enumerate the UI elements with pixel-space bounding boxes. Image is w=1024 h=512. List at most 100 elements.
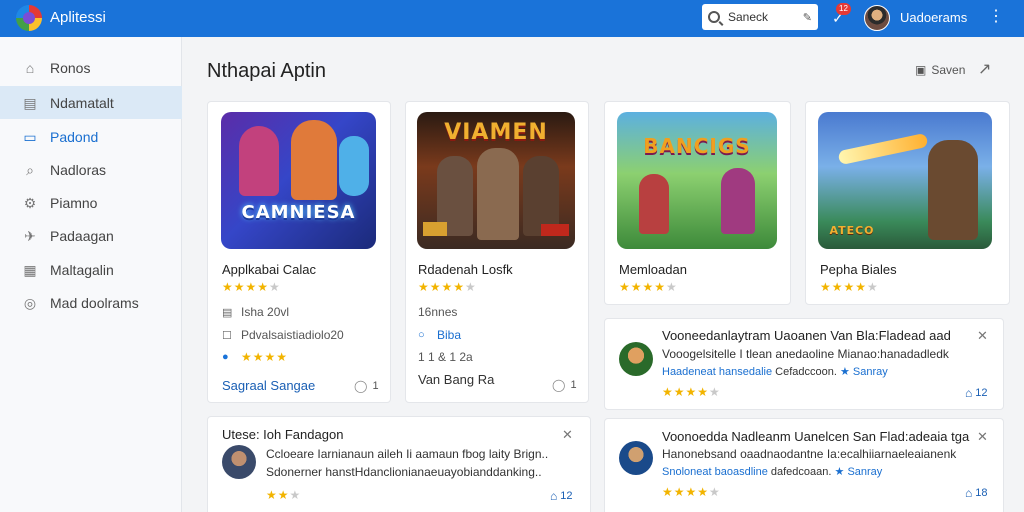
rating-stars: ★★★★★ xyxy=(820,280,879,294)
laser-beam xyxy=(837,132,929,166)
search-icon xyxy=(708,11,720,23)
sidebar-item-label: Maltagalin xyxy=(50,261,114,278)
review-tag[interactable]: Sanray xyxy=(853,366,888,378)
comment-count[interactable]: ◯ 1 xyxy=(354,379,379,393)
app-logo[interactable] xyxy=(16,5,42,31)
developer-link[interactable]: Sagraal Sangae xyxy=(222,378,315,393)
search-input[interactable]: Saneck ✎ xyxy=(702,4,818,30)
sidebar-item-maltagalin[interactable]: ▦ Maltagalin xyxy=(0,253,182,286)
search-placeholder: Saneck xyxy=(728,10,769,24)
meta-row: ● ★★★★ xyxy=(222,350,288,364)
review-tags: Haadeneat hansedalie Cefadccoon. ★ Sanra… xyxy=(662,365,888,378)
top-bar: Aplitessi Saneck ✎ ✓ 12 Uadoerams ⋮ xyxy=(0,0,1024,37)
app-title: Aplitessi xyxy=(50,9,106,26)
game-art[interactable]: VIAMEN xyxy=(417,112,575,249)
sidebar-item-mad-doolrams[interactable]: ◎ Mad doolrams xyxy=(0,286,182,319)
game-title[interactable]: Pepha Biales xyxy=(820,262,897,277)
pin-icon: ✈ xyxy=(24,227,36,244)
review-card[interactable]: Voonoedda Nadleanm Uanelcen San Flad:ade… xyxy=(604,418,1004,512)
comment-count-value: 12 xyxy=(560,490,573,502)
game-card[interactable]: CAMNIESA Applkabai Calac ★★★★★ ▤ Isha 20… xyxy=(207,101,391,403)
close-icon[interactable]: ✕ xyxy=(977,429,988,445)
sidebar-item-padaagan[interactable]: ✈ Padaagan xyxy=(0,219,182,252)
home-icon: ⌂ xyxy=(965,386,973,400)
star-icon: ★ xyxy=(839,366,850,378)
review-body: Sdonerner hanstHdanclionianaeuayobiandda… xyxy=(266,465,542,479)
comment-count-value: 18 xyxy=(975,487,988,499)
game-card[interactable]: BANCIGS Memloadan ★★★★★ xyxy=(604,101,791,305)
review-card[interactable]: Vooneedanlaytram Uaoanen Van Bla:Fladead… xyxy=(604,318,1004,410)
review-tag: dafedcoaan. xyxy=(770,466,832,478)
rating-stars: ★★★★★ xyxy=(662,385,721,399)
sidebar-item-ronos[interactable]: ⌂ Ronos xyxy=(0,51,182,84)
notifications-button[interactable]: ✓ 12 xyxy=(826,3,851,30)
review-tag: Cefadccoon. xyxy=(775,366,837,378)
character-figure xyxy=(339,136,369,196)
close-icon[interactable]: ✕ xyxy=(562,427,573,443)
review-tags: Snoloneat baoasdline dafedcoaan. ★ Sanra… xyxy=(662,465,882,478)
comment-count[interactable]: ⌂ 12 xyxy=(965,386,988,400)
sidebar-item-label: Padaagan xyxy=(50,227,114,244)
character-figure xyxy=(291,120,337,200)
rating-stars: ★★★ xyxy=(266,488,302,502)
info-icon: ○ xyxy=(418,329,425,341)
review-body: Ccloeare Iarnianaun aileh Ii aamaun fbog… xyxy=(266,447,549,461)
meta-text: 1 1 & 1 2a xyxy=(418,350,473,364)
game-art[interactable]: BANCIGS xyxy=(617,112,777,249)
review-tag[interactable]: Sanray xyxy=(847,466,882,478)
meta-text: Pdvalsaistiadiolo20 xyxy=(241,328,344,342)
comment-count[interactable]: ⌂ 12 xyxy=(550,489,573,503)
calendar-icon: ▤ xyxy=(222,306,233,319)
sidebar-item-label: Piamno xyxy=(50,194,98,211)
username[interactable]: Uadoerams xyxy=(900,10,967,25)
sidebar-item-nadloras[interactable]: ⌕ Nadloras xyxy=(0,153,182,186)
comment-count-value: 1 xyxy=(372,380,379,392)
badge-icon xyxy=(541,224,569,236)
review-title: Utese: Ioh Fandagon xyxy=(222,427,344,442)
home-icon: ⌂ xyxy=(965,486,973,500)
save-label: Saven xyxy=(931,63,966,77)
sidebar-item-label: Ronos xyxy=(50,59,91,76)
voice-search-icon[interactable]: ✎ xyxy=(803,11,812,24)
close-icon[interactable]: ✕ xyxy=(977,328,988,344)
star-icon: ★ xyxy=(834,466,845,478)
share-icon[interactable]: ↗ xyxy=(978,59,991,79)
game-card[interactable]: VIAMEN Rdadenah Losfk ★★★★★ 16nnes ○ Bib… xyxy=(405,101,589,403)
rating-stars: ★★★★★ xyxy=(418,280,477,294)
game-art[interactable]: CAMNIESA xyxy=(221,112,376,249)
save-button[interactable]: ▣ Saven xyxy=(915,63,965,77)
meta-row: ☐ Pdvalsaistiadiolo20 xyxy=(222,328,344,342)
review-tag[interactable]: Haadeneat hansedalie xyxy=(662,366,772,378)
comment-count[interactable]: ◯ 1 xyxy=(552,378,577,392)
comment-count[interactable]: ⌂ 18 xyxy=(965,486,988,500)
rating-stars: ★★★★★ xyxy=(662,485,721,499)
reviewer-avatar[interactable] xyxy=(619,342,653,376)
game-card[interactable]: ATECO Pepha Biales ★★★★★ xyxy=(805,101,1010,305)
review-title: Vooneedanlaytram Uaoanen Van Bla:Fladead… xyxy=(662,328,951,343)
review-body: Hanonebsand oaadnaodantne Ia:ecalhiiarna… xyxy=(662,447,957,461)
game-title[interactable]: Applkabai Calac xyxy=(222,262,316,277)
user-avatar[interactable] xyxy=(864,5,890,31)
home-icon: ⌂ xyxy=(550,489,558,503)
rating-stars: ★★★★★ xyxy=(619,280,678,294)
review-card[interactable]: Utese: Ioh Fandagon ✕ Ccloeare Iarnianau… xyxy=(207,416,591,512)
sidebar-item-piamno[interactable]: ⚙ Piamno xyxy=(0,186,182,219)
game-art[interactable]: ATECO xyxy=(818,112,992,249)
review-body: Vooogelsitelle I tlean anedaoline Mianao… xyxy=(662,347,949,361)
reviewer-avatar[interactable] xyxy=(222,445,256,479)
verified-icon: ● xyxy=(222,351,229,363)
game-logo: ATECO xyxy=(829,224,875,237)
badge-icon xyxy=(423,222,447,236)
more-menu-icon[interactable]: ⋮ xyxy=(988,7,1004,27)
game-title[interactable]: Memloadan xyxy=(619,262,687,277)
home-icon: ⌂ xyxy=(25,59,35,76)
sidebar: ⌂ Ronos ▤ Ndamatalt ▭ Padond ⌕ Nadloras … xyxy=(0,37,182,512)
game-title[interactable]: Rdadenah Losfk xyxy=(418,262,513,277)
tag-icon: ⌕ xyxy=(26,161,34,178)
notification-badge: 12 xyxy=(836,3,851,15)
review-tag[interactable]: Snoloneat baoasdline xyxy=(662,466,768,478)
sidebar-item-padond[interactable]: ▭ Padond xyxy=(0,120,182,153)
reviewer-avatar[interactable] xyxy=(619,441,653,475)
developer-link[interactable]: Van Bang Ra xyxy=(418,372,494,387)
sidebar-item-ndamatalt[interactable]: ▤ Ndamatalt xyxy=(0,86,182,119)
